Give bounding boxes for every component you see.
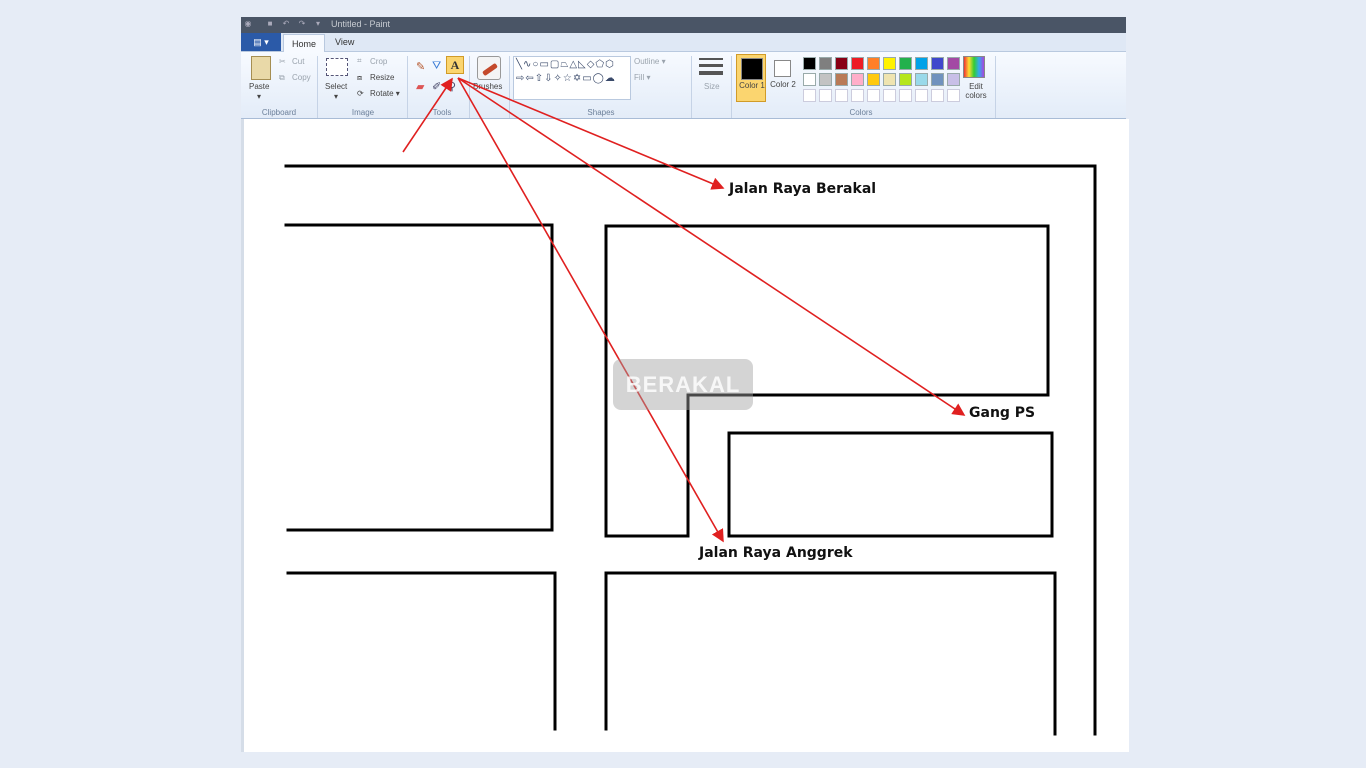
arrow-to-text-tool	[402, 77, 453, 153]
arrow-jalan-berakal	[457, 77, 725, 190]
block-bottom-right	[604, 571, 1057, 736]
block-top-left	[284, 223, 554, 532]
arrow-jalan-anggrek	[457, 77, 724, 543]
label-gang-ps: Gang PS	[969, 405, 1036, 421]
block-bottom-left	[286, 571, 557, 731]
label-jalan-raya-anggrek: Jalan Raya Anggrek	[699, 545, 853, 561]
block-gang-ps	[727, 431, 1054, 538]
berakal-watermark: BERAKAL	[613, 359, 753, 410]
outer-road-line	[284, 164, 1097, 736]
label-jalan-raya-berakal: Jalan Raya Berakal	[729, 181, 877, 197]
